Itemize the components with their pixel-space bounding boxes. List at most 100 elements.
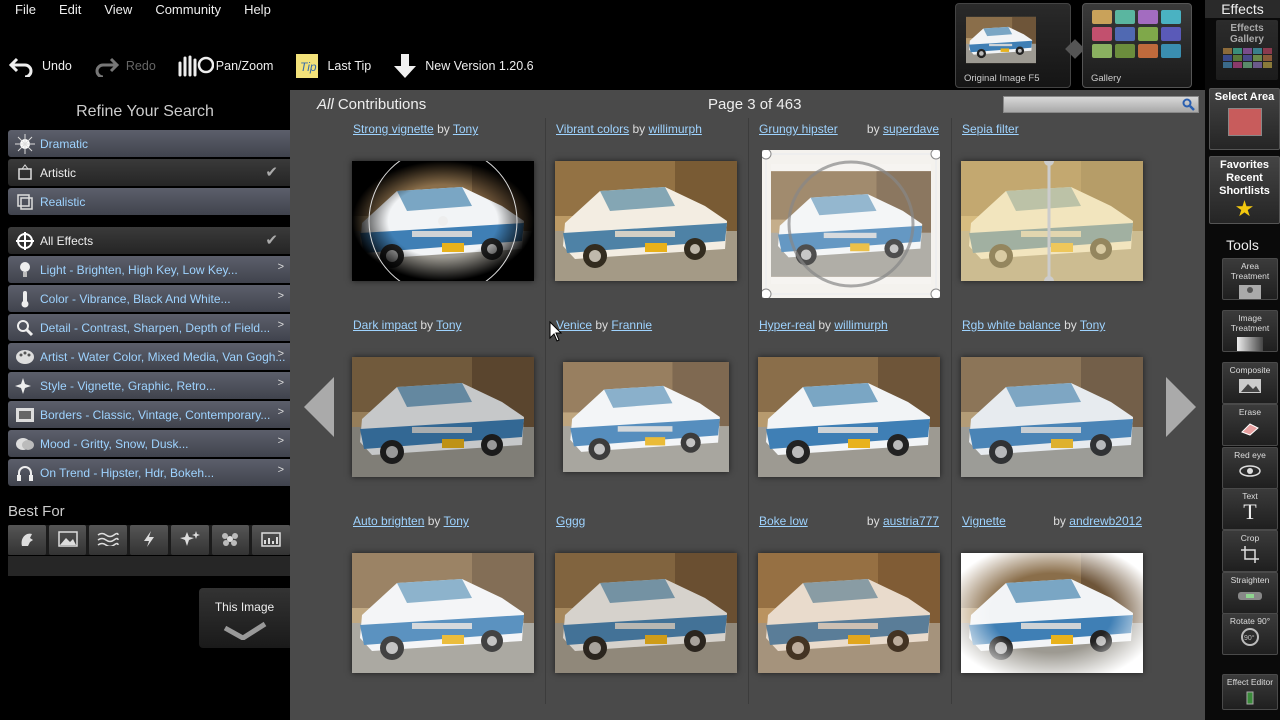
category-all-effects[interactable]: All Effects ✔ [8,227,290,254]
effect-preview [758,357,940,477]
svg-text:90°: 90° [1244,634,1255,642]
tool-composite[interactable]: Composite [1222,362,1278,404]
gallery-thumb[interactable]: Gallery [1082,3,1192,88]
category-detail[interactable]: Detail - Contrast, Sharpen, Depth of Fie… [8,314,290,341]
effects-gallery-button[interactable]: Effects Gallery [1216,20,1278,80]
effect-name-link[interactable]: Gggg [556,514,585,528]
tool-straighten[interactable]: Straighten [1222,572,1278,614]
refine-title: Refine Your Search [76,103,214,120]
effect-name-link[interactable]: Dark impact [353,318,417,332]
menu-edit[interactable]: Edit [44,0,89,20]
effect-tile[interactable]: Gggg [545,510,748,706]
gradient-slider[interactable] [961,161,1143,281]
effect-name-link[interactable]: Auto brighten [353,514,424,528]
effect-name-link[interactable]: Grungy hipster [759,122,838,136]
menu-community[interactable]: Community [140,0,229,20]
effect-name-link[interactable]: Strong vignette [353,122,434,136]
tool-text[interactable]: Text T [1222,488,1278,530]
tool-area-treatment[interactable]: Area Treatment [1222,258,1278,300]
category-dramatic[interactable]: Dramatic [8,130,290,157]
tool-effect-editor[interactable]: Effect Editor [1222,674,1278,710]
original-image-thumb[interactable]: Original Image F5 [955,3,1071,88]
crop-handles[interactable] [762,150,940,298]
author-link[interactable]: Frannie [611,318,652,332]
by-text: by [427,514,441,528]
effect-name-link[interactable]: Boke low [759,514,808,528]
effect-tile[interactable]: Rgb white balance by Tony [951,314,1154,510]
new-version-button[interactable]: New Version 1.20.6 [391,52,534,80]
effect-tile[interactable]: Vibrant colors by willimurph [545,118,748,314]
effect-name-link[interactable]: Rgb white balance [962,318,1061,332]
effect-tile[interactable]: Vignette by andrewb2012 [951,510,1154,706]
best-for-water-button[interactable] [89,525,128,555]
tip-icon: Tip [293,52,321,80]
effect-preview [563,362,729,472]
effect-tile[interactable]: Sepia filter [951,118,1154,314]
effect-tile[interactable]: Strong vignette by Tony [342,118,545,314]
category-artist[interactable]: Artist - Water Color, Mixed Media, Van G… [8,343,290,370]
effect-name-link[interactable]: Hyper-real [759,318,815,332]
best-for-action-button[interactable] [130,525,168,555]
favorites-button[interactable]: Favorites Recent Shortlists ★ [1209,156,1280,224]
menu-help[interactable]: Help [229,0,279,20]
select-area-label: Select Area [1214,91,1275,103]
author-link[interactable]: superdave [883,122,939,136]
effect-tile[interactable]: Auto brighten by Tony [342,510,545,706]
effect-tile[interactable]: Grungy hipster by superdave [748,118,951,314]
select-area-button[interactable]: Select Area [1209,88,1280,150]
category-borders[interactable]: Borders - Classic, Vintage, Contemporary… [8,401,290,428]
best-for-landscape-button[interactable] [48,525,87,555]
category-color[interactable]: Color - Vibrance, Black And White... > [8,285,290,312]
checkmark-icon [199,620,290,643]
search-icon[interactable] [1182,98,1195,114]
this-image-label: This Image [214,600,275,614]
category-on-trend[interactable]: On Trend - Hipster, Hdr, Bokeh... > [8,459,290,486]
best-for-portrait-button[interactable] [8,525,46,555]
effect-tile[interactable]: Venice by Frannie [545,314,748,510]
author-link[interactable]: willimurph [649,122,702,136]
next-page-arrow[interactable] [1164,375,1198,439]
category-mood[interactable]: Mood - Gritty, Snow, Dusk... > [8,430,290,457]
best-for-night-button[interactable] [170,525,209,555]
redo-button[interactable]: Redo [92,52,156,80]
tool-crop[interactable]: Crop [1222,530,1278,572]
menu-file[interactable]: File [0,0,44,20]
effect-preview [762,150,940,298]
tool-rotate[interactable]: Rotate 90° 90° [1222,613,1278,655]
category-light[interactable]: Light - Brighten, High Key, Low Key... > [8,256,290,283]
author-link[interactable]: Tony [1080,318,1105,332]
search-input[interactable] [1004,97,1184,113]
menu-view[interactable]: View [89,0,140,20]
panzoom-button[interactable]: Pan/Zoom [176,52,273,80]
author-link[interactable]: Tony [453,122,478,136]
author-link[interactable]: Tony [444,514,469,528]
prev-page-arrow[interactable] [302,375,336,439]
vignette-handle[interactable] [352,161,534,281]
contributions-title[interactable]: All Contributions [317,96,426,113]
tool-image-treatment[interactable]: Image Treatment [1222,310,1278,352]
author-link[interactable]: austria777 [883,514,939,528]
best-for-flowers-button[interactable] [211,525,250,555]
tool-red-eye[interactable]: Red eye [1222,447,1278,489]
author-link[interactable]: willimurph [834,318,887,332]
last-tip-button[interactable]: Tip Last Tip [293,52,371,80]
category-realistic[interactable]: Realistic [8,188,290,215]
effect-tile[interactable]: Hyper-real by willimurph [748,314,951,510]
effect-name-link[interactable]: Vignette [962,514,1006,528]
burst-icon [14,133,36,155]
category-artistic[interactable]: Artistic ✔ [8,159,290,186]
undo-button[interactable]: Undo [8,52,72,80]
effect-name-link[interactable]: Vibrant colors [556,122,629,136]
chevron-right-icon: > [277,319,284,331]
effect-name-link[interactable]: Sepia filter [962,122,1019,136]
this-image-button[interactable]: This Image [199,588,290,648]
effect-tile[interactable]: Dark impact by Tony [342,314,545,510]
author-link[interactable]: Tony [436,318,461,332]
car-image [352,553,534,673]
effect-tile[interactable]: Boke low by austria777 [748,510,951,706]
tool-erase[interactable]: Erase [1222,404,1278,446]
author-link[interactable]: andrewb2012 [1069,514,1142,528]
category-style[interactable]: Style - Vignette, Graphic, Retro... > [8,372,290,399]
star-icon: ★ [1234,196,1255,221]
best-for-city-button[interactable] [252,525,291,555]
